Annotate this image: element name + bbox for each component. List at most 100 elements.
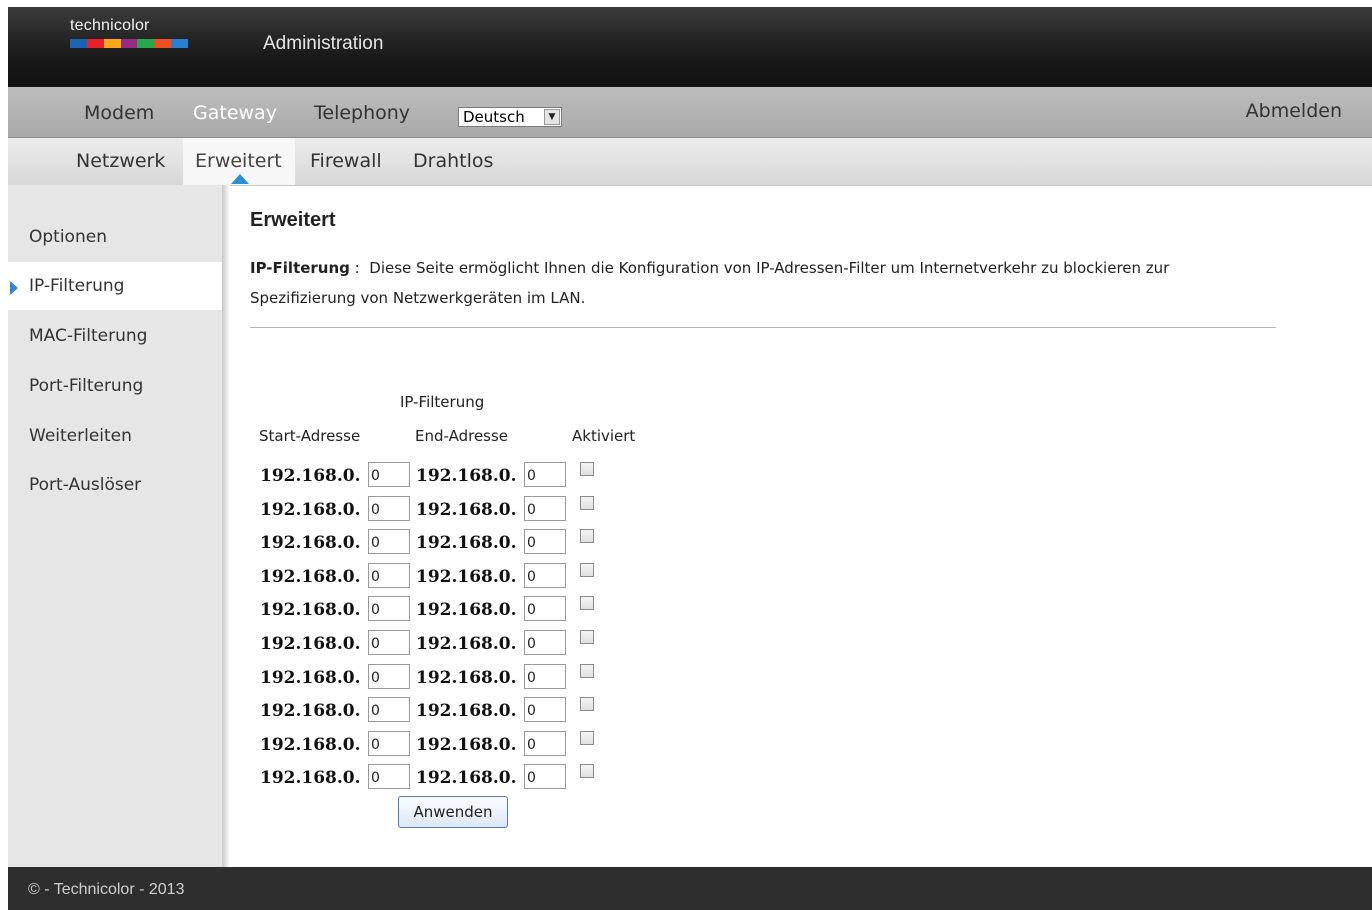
active-tab-caret-icon [231, 174, 249, 184]
description-separator: : [349, 259, 365, 277]
sidebar-item-optionen[interactable]: Optionen [8, 213, 222, 261]
sub-nav: Netzwerk Erweitert Firewall Drahtlos [8, 138, 1372, 186]
table-caption: IP-Filterung [400, 393, 485, 411]
enabled-checkbox[interactable] [580, 731, 594, 745]
column-header-start: Start-Adresse [259, 427, 361, 445]
nav-modem[interactable]: Modem [84, 102, 154, 124]
end-address-input[interactable]: 0 [524, 697, 566, 722]
start-address-input[interactable]: 0 [368, 764, 410, 789]
top-header: technicolor Administration [8, 7, 1372, 87]
apply-button[interactable]: Anwenden [398, 796, 508, 828]
sidebar-item-mac-filterung[interactable]: MAC-Filterung [8, 312, 222, 360]
logo-color-bar [70, 39, 189, 48]
start-address-input[interactable]: 0 [368, 496, 410, 521]
section-heading: Erweitert [250, 209, 336, 231]
start-address-input[interactable]: 0 [368, 697, 410, 722]
start-address-input[interactable]: 0 [368, 563, 410, 588]
logout-link[interactable]: Abmelden [1246, 100, 1342, 122]
start-address-input[interactable]: 0 [368, 529, 410, 554]
start-address-prefix: 192.168.0. [260, 668, 361, 688]
sidebar-item-port-filterung[interactable]: Port-Filterung [8, 362, 222, 410]
end-address-input[interactable]: 0 [524, 462, 566, 487]
logo-color-segment [86, 39, 104, 48]
divider [250, 327, 1276, 328]
end-address-prefix: 192.168.0. [416, 768, 517, 788]
start-address-prefix: 192.168.0. [260, 533, 361, 553]
subnav-netzwerk[interactable]: Netzwerk [76, 150, 165, 172]
end-address-input[interactable]: 0 [524, 731, 566, 756]
sidebar-item-weiterleiten[interactable]: Weiterleiten [8, 412, 222, 460]
start-address-input[interactable]: 0 [368, 630, 410, 655]
end-address-prefix: 192.168.0. [416, 600, 517, 620]
page: technicolor Administration Modem Gateway… [8, 7, 1372, 910]
logo-color-segment [171, 39, 189, 48]
enabled-checkbox[interactable] [580, 596, 594, 610]
sidebar-item-ip-filterung[interactable]: IP-Filterung [8, 262, 222, 310]
sidebar-shadow [222, 185, 230, 867]
subnav-erweitert[interactable]: Erweitert [195, 150, 282, 172]
logo-color-segment [137, 39, 155, 48]
nav-telephony[interactable]: Telephony [314, 102, 410, 124]
start-address-prefix: 192.168.0. [260, 600, 361, 620]
technicolor-logo: technicolor [70, 17, 189, 48]
subnav-firewall[interactable]: Firewall [310, 150, 382, 172]
section-description: IP-Filterung : Diese Seite ermöglicht Ih… [250, 253, 1250, 313]
enabled-checkbox[interactable] [580, 630, 594, 644]
end-address-input[interactable]: 0 [524, 563, 566, 588]
enabled-checkbox[interactable] [580, 529, 594, 543]
start-address-prefix: 192.168.0. [260, 735, 361, 755]
footer: © - Technicolor - 2013 [8, 867, 1372, 910]
footer-copyright: © - Technicolor - 2013 [28, 881, 185, 898]
end-address-prefix: 192.168.0. [416, 735, 517, 755]
start-address-input[interactable]: 0 [368, 596, 410, 621]
sidebar-item-label: IP-Filterung [29, 276, 125, 296]
start-address-prefix: 192.168.0. [260, 466, 361, 486]
end-address-input[interactable]: 0 [524, 496, 566, 521]
enabled-checkbox[interactable] [580, 563, 594, 577]
language-select-value: Deutsch [463, 108, 525, 126]
enabled-checkbox[interactable] [580, 664, 594, 678]
sidebar-item-port-ausloser[interactable]: Port-Auslöser [8, 461, 222, 509]
enabled-checkbox[interactable] [580, 697, 594, 711]
logo-color-segment [154, 39, 172, 48]
end-address-input[interactable]: 0 [524, 630, 566, 655]
nav-gateway[interactable]: Gateway [193, 102, 277, 124]
start-address-prefix: 192.168.0. [260, 701, 361, 721]
enabled-checkbox[interactable] [580, 462, 594, 476]
enabled-checkbox[interactable] [580, 496, 594, 510]
end-address-prefix: 192.168.0. [416, 500, 517, 520]
page-title: Administration [263, 33, 384, 54]
sidebar: Optionen IP-Filterung MAC-Filterung Port… [8, 185, 223, 867]
language-select[interactable]: Deutsch ▼ [458, 107, 562, 127]
active-arrow-icon [10, 281, 18, 295]
end-address-prefix: 192.168.0. [416, 466, 517, 486]
main-nav: Modem Gateway Telephony Deutsch ▼ Abmeld… [8, 87, 1372, 138]
description-label: IP-Filterung [250, 259, 350, 277]
start-address-prefix: 192.168.0. [260, 768, 361, 788]
logo-text: technicolor [70, 17, 150, 34]
subnav-drahtlos[interactable]: Drahtlos [413, 150, 493, 172]
end-address-prefix: 192.168.0. [416, 668, 517, 688]
logo-color-segment [120, 39, 138, 48]
column-header-enabled: Aktiviert [572, 427, 636, 445]
end-address-prefix: 192.168.0. [416, 567, 517, 587]
start-address-input[interactable]: 0 [368, 731, 410, 756]
chevron-down-icon[interactable]: ▼ [544, 109, 560, 125]
start-address-prefix: 192.168.0. [260, 567, 361, 587]
end-address-input[interactable]: 0 [524, 596, 566, 621]
start-address-prefix: 192.168.0. [260, 500, 361, 520]
column-header-end: End-Adresse [415, 427, 509, 445]
end-address-prefix: 192.168.0. [416, 634, 517, 654]
description-text: Diese Seite ermöglicht Ihnen die Konfigu… [250, 259, 1170, 307]
end-address-prefix: 192.168.0. [416, 701, 517, 721]
end-address-prefix: 192.168.0. [416, 533, 517, 553]
start-address-prefix: 192.168.0. [260, 634, 361, 654]
start-address-input[interactable]: 0 [368, 462, 410, 487]
end-address-input[interactable]: 0 [524, 764, 566, 789]
end-address-input[interactable]: 0 [524, 664, 566, 689]
end-address-input[interactable]: 0 [524, 529, 566, 554]
logo-color-segment [70, 39, 87, 48]
logo-color-segment [103, 39, 121, 48]
start-address-input[interactable]: 0 [368, 664, 410, 689]
enabled-checkbox[interactable] [580, 764, 594, 778]
